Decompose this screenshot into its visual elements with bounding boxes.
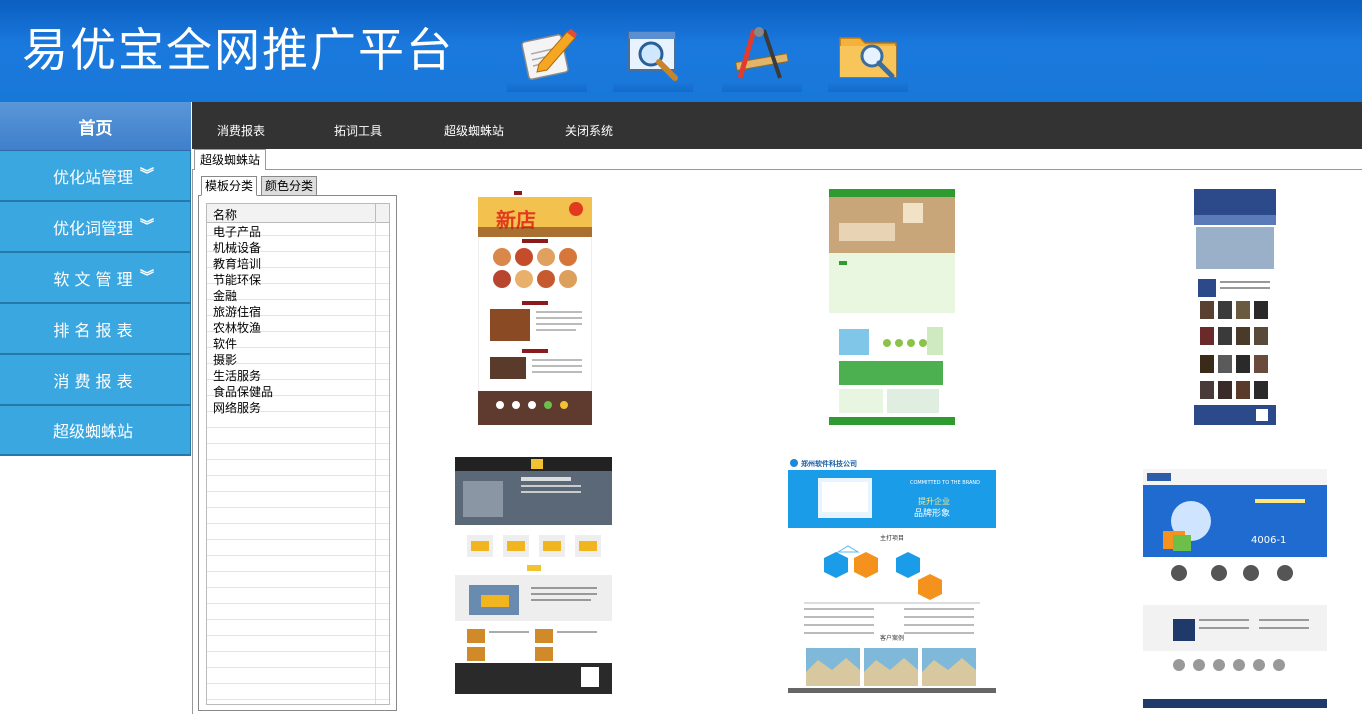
- category-list: 电子产品 机械设备 教育培训 节能环保 金融 旅游住宿 农林牧渔 软件 摄影 生…: [213, 224, 273, 416]
- list-item[interactable]: 摄影: [213, 352, 273, 368]
- edit-note-tool[interactable]: [507, 20, 587, 92]
- thumb-phone: 4006-1: [1251, 535, 1286, 546]
- app-header: 易优宝全网推广平台: [0, 0, 1362, 102]
- thumbnail-image: 新店: [478, 189, 592, 425]
- folder-search-icon: [839, 37, 897, 79]
- design-tools-icon: [735, 27, 789, 79]
- sidebar-item-label: 软 文 管 理: [53, 269, 133, 289]
- template-machinery[interactable]: [455, 457, 612, 694]
- thumb-section-title-2: 客户案例: [880, 634, 904, 642]
- thumbnail-image: 4006-1: [1143, 469, 1327, 708]
- sidebar: 首页 优化站管理 ︾ 优化词管理 ︾ 软 文 管 理 ︾ 排 名 报 表 消 费…: [0, 102, 191, 713]
- list-header: 名称: [207, 204, 389, 223]
- thumbnail-image: [829, 189, 955, 425]
- sidebar-item-label: 消 费 报 表: [53, 371, 133, 391]
- subtab-color-category[interactable]: 颜色分类: [261, 176, 318, 196]
- thumb-company-name: 郑州软件科技公司: [801, 459, 857, 468]
- nav-consumption-report[interactable]: 消费报表: [217, 122, 265, 139]
- chevron-down-icon: ︾: [140, 167, 154, 184]
- template-tech-robot[interactable]: 4006-1: [1143, 469, 1327, 708]
- list-item[interactable]: 机械设备: [213, 240, 273, 256]
- category-listbox: 名称 电子产品 机械设备 教育培训 节能环保 金融 旅游住宿 农林牧渔 软件 摄…: [198, 195, 397, 711]
- sidebar-item-keyword-management[interactable]: 优化词管理 ︾: [0, 202, 191, 253]
- thumbnail-image: [455, 457, 612, 694]
- list-item[interactable]: 食品保健品: [213, 384, 273, 400]
- thumbnail-image: [1194, 189, 1276, 425]
- subtab-template-category[interactable]: 模板分类: [201, 176, 258, 196]
- chevron-down-icon: ︾: [140, 218, 154, 235]
- search-window-tool[interactable]: [613, 20, 693, 92]
- list-item[interactable]: 旅游住宿: [213, 304, 273, 320]
- sidebar-item-label: 超级蜘蛛站: [52, 422, 133, 441]
- list-item[interactable]: 农林牧渔: [213, 320, 273, 336]
- list-item[interactable]: 生活服务: [213, 368, 273, 384]
- thumb-section-title: 主打项目: [880, 534, 904, 542]
- sidebar-item-label: 首页: [78, 118, 113, 139]
- thumb-slogan-3: 品牌形象: [914, 507, 950, 519]
- template-home-decor[interactable]: [829, 189, 955, 425]
- template-portfolio[interactable]: [1194, 189, 1276, 425]
- edit-note-icon: [521, 29, 577, 80]
- sidebar-item-consumption-report[interactable]: 消 费 报 表: [0, 355, 191, 406]
- nav-super-spider[interactable]: 超级蜘蛛站: [444, 122, 504, 139]
- sidebar-item-label: 优化词管理: [52, 218, 133, 238]
- template-software-company[interactable]: 郑州软件科技公司 COMMITTED TO THE BRAND 提升企业 品牌形…: [788, 456, 996, 693]
- template-food-shop[interactable]: 新店: [478, 189, 592, 425]
- design-tools-tool[interactable]: [722, 20, 802, 92]
- sidebar-item-super-spider[interactable]: 超级蜘蛛站: [0, 406, 191, 456]
- thumb-slogan-2: 提升企业: [918, 496, 950, 506]
- category-grid: 名称 电子产品 机械设备 教育培训 节能环保 金融 旅游住宿 农林牧渔 软件 摄…: [206, 203, 390, 705]
- nav-close-system[interactable]: 关闭系统: [565, 122, 613, 139]
- sidebar-item-label: 优化站管理: [52, 167, 133, 187]
- list-item[interactable]: 教育培训: [213, 256, 273, 272]
- main-content: 超级蜘蛛站 模板分类 颜色分类 名称 电子产品 机械设备 教育培训 节能环保 金…: [192, 149, 1362, 714]
- sidebar-item-ranking-report[interactable]: 排 名 报 表: [0, 304, 191, 355]
- folder-search-tool[interactable]: [828, 20, 908, 92]
- list-item[interactable]: 金融: [213, 288, 273, 304]
- thumbnail-image: 郑州软件科技公司 COMMITTED TO THE BRAND 提升企业 品牌形…: [788, 456, 996, 693]
- chevron-down-icon: ︾: [140, 269, 154, 286]
- column-header-name: 名称: [213, 208, 238, 222]
- sidebar-item-site-management[interactable]: 优化站管理 ︾: [0, 151, 191, 202]
- list-item[interactable]: 电子产品: [213, 224, 273, 240]
- thumb-slogan: COMMITTED TO THE BRAND: [910, 480, 980, 486]
- list-item[interactable]: 节能环保: [213, 272, 273, 288]
- search-window-icon: [628, 31, 678, 81]
- app-title: 易优宝全网推广平台: [22, 23, 454, 77]
- list-item[interactable]: 软件: [213, 336, 273, 352]
- list-item[interactable]: 网络服务: [213, 400, 273, 416]
- sidebar-item-home[interactable]: 首页: [0, 102, 191, 151]
- sidebar-item-article-management[interactable]: 软 文 管 理 ︾: [0, 253, 191, 304]
- sidebar-item-label: 排 名 报 表: [53, 320, 133, 340]
- nav-keyword-tool[interactable]: 拓词工具: [334, 122, 382, 139]
- top-nav: 消费报表 拓词工具 超级蜘蛛站 关闭系统: [192, 102, 1362, 149]
- tab-super-spider[interactable]: 超级蜘蛛站: [194, 149, 267, 170]
